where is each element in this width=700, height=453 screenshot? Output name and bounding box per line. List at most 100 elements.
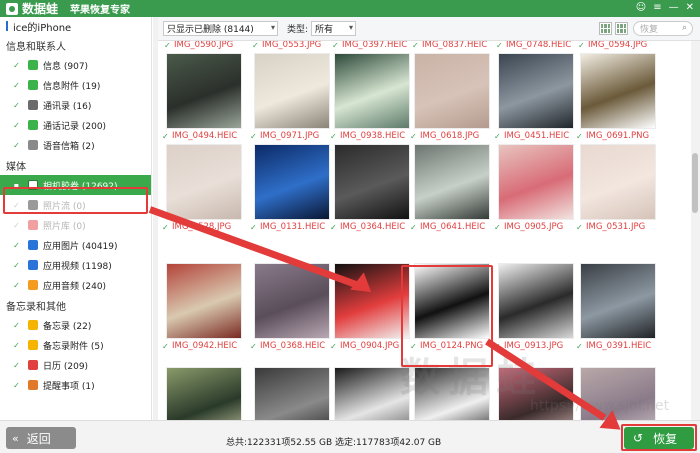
checkbox[interactable]: ✓ (12, 321, 21, 330)
photo-checkbox[interactable]: ✓ (162, 342, 170, 351)
sidebar-item[interactable]: ▪ 相机胶卷 (12692) (0, 175, 151, 195)
checkbox[interactable]: ✓ (12, 341, 21, 350)
sidebar-item[interactable]: ✓ 语音信箱 (2) (0, 135, 151, 155)
checkbox[interactable]: ✓ (12, 221, 21, 230)
grid-view-icon[interactable] (599, 22, 612, 35)
search-input[interactable]: 恢复 ⌕ (633, 21, 693, 36)
checkbox[interactable]: ✓ (12, 141, 21, 150)
photo-checkbox[interactable]: ✓ (332, 41, 340, 50)
photo-tile[interactable]: ✓ IMG_0938.HEIC (330, 53, 412, 143)
sidebar-item[interactable]: ✓ 应用图片 (40419) (0, 235, 151, 255)
photo-checkbox[interactable]: ✓ (250, 342, 258, 351)
photo-thumbnail[interactable] (414, 144, 490, 220)
photo-checkbox[interactable]: ✓ (410, 342, 418, 351)
photo-thumbnail[interactable] (166, 144, 242, 220)
photo-tile[interactable]: ✓ IMG_0451.HEIC (494, 53, 576, 143)
photo-checkbox[interactable]: ✓ (330, 223, 338, 232)
deleted-filter-select[interactable]: 只显示已删除 (8144) ▾ (163, 21, 278, 36)
photo-checkbox[interactable]: ✓ (252, 41, 260, 50)
photo-checkbox[interactable]: ✓ (496, 41, 504, 50)
photo-thumbnail[interactable] (498, 144, 574, 220)
back-button[interactable]: « 返回 (6, 427, 76, 449)
photo-tile[interactable]: ✓ IMG_0905.JPG (494, 144, 576, 234)
sidebar-item[interactable]: ✓ 照片库 (0) (0, 215, 151, 235)
photo-thumbnail[interactable] (580, 263, 656, 339)
checkbox[interactable]: ✓ (12, 101, 21, 110)
minimize-icon[interactable]: — (669, 2, 679, 13)
photo-tile[interactable]: ✓ IMG_0391.HEIC (576, 263, 658, 353)
search-icon[interactable]: ⌕ (682, 23, 687, 33)
sidebar-item[interactable]: ✓ 日历 (209) (0, 355, 151, 375)
photo-tile[interactable]: ✓ IMG_0971.JPG (250, 53, 332, 143)
grid-scrollbar-thumb[interactable] (692, 153, 698, 213)
photo-tile[interactable]: ✓ IMG_0691.PNG (576, 53, 658, 143)
checkbox[interactable]: ✓ (12, 121, 21, 130)
sidebar-item[interactable]: ✓ 应用音频 (240) (0, 275, 151, 295)
photo-tile[interactable]: ✓ IMG_0494.HEIC (162, 53, 244, 143)
photo-checkbox[interactable]: ✓ (576, 132, 584, 141)
sidebar-item[interactable]: ✓ 备忘录 (22) (0, 315, 151, 335)
photo-thumbnail[interactable] (334, 263, 410, 339)
checkbox[interactable]: ✓ (12, 61, 21, 70)
sidebar-item[interactable]: ✓ 照片流 (0) (0, 195, 151, 215)
photo-tile[interactable] (410, 367, 492, 420)
photo-tile[interactable]: ✓ IMG_0531.JPG (576, 144, 658, 234)
photo-thumbnail[interactable] (414, 53, 490, 129)
photo-thumbnail[interactable] (166, 53, 242, 129)
sidebar-item[interactable]: ✓ 通话记录 (200) (0, 115, 151, 135)
checkbox[interactable]: ✓ (12, 361, 21, 370)
photo-checkbox[interactable]: ✓ (250, 132, 258, 141)
photo-thumbnail[interactable] (334, 144, 410, 220)
photo-checkbox[interactable]: ✓ (412, 41, 420, 50)
close-icon[interactable]: ✕ (686, 2, 694, 13)
photo-checkbox[interactable]: ✓ (330, 132, 338, 141)
sidebar-item[interactable]: ✓ 信息 (907) (0, 55, 151, 75)
photo-thumbnail[interactable] (334, 367, 410, 420)
photo-thumbnail[interactable] (254, 367, 330, 420)
checkbox[interactable]: ✓ (12, 281, 21, 290)
menu-icon[interactable]: ≡ (653, 2, 661, 13)
checkbox[interactable]: ✓ (12, 261, 21, 270)
photo-tile[interactable]: ✓ IMG_0618.JPG (410, 53, 492, 143)
photo-thumbnail[interactable] (166, 367, 242, 420)
photo-thumbnail[interactable] (498, 263, 574, 339)
photo-checkbox[interactable]: ✓ (494, 223, 502, 232)
photo-tile[interactable]: ✓ IMG_0131.HEIC (250, 144, 332, 234)
photo-tile[interactable]: ✓ IMG_0124.PNG (410, 263, 492, 353)
list-view-icon[interactable] (615, 22, 628, 35)
photo-thumbnail[interactable] (414, 263, 490, 339)
sidebar-item[interactable]: ✓ 通讯录 (16) (0, 95, 151, 115)
photo-checkbox[interactable]: ✓ (164, 41, 172, 50)
device-header[interactable]: ice的iPhone (0, 17, 151, 35)
feedback-icon[interactable]: ☺ (636, 2, 646, 13)
photo-tile[interactable]: ✓ IMG_0364.HEIC (330, 144, 412, 234)
photo-thumbnail[interactable] (414, 367, 490, 420)
photo-thumbnail[interactable] (166, 263, 242, 339)
grid-scrollbar[interactable] (691, 41, 700, 420)
photo-checkbox[interactable]: ✓ (494, 132, 502, 141)
photo-checkbox[interactable]: ✓ (250, 223, 258, 232)
photo-tile[interactable] (330, 367, 412, 420)
photo-thumbnail[interactable] (334, 53, 410, 129)
photo-checkbox[interactable]: ✓ (162, 132, 170, 141)
photo-checkbox[interactable]: ✓ (576, 223, 584, 232)
photo-tile[interactable]: ✓IMG_0913.JPG (494, 263, 576, 353)
photo-tile[interactable]: ✓ IMG_0368.HEIC (250, 263, 332, 353)
photo-thumbnail[interactable] (580, 53, 656, 129)
photo-thumbnail[interactable] (254, 53, 330, 129)
photo-thumbnail[interactable] (580, 144, 656, 220)
photo-tile[interactable] (162, 367, 244, 420)
photo-checkbox[interactable]: ✓ (410, 132, 418, 141)
checkbox[interactable]: ✓ (12, 241, 21, 250)
photo-checkbox[interactable]: ✓ (578, 41, 586, 50)
sidebar-item[interactable]: ✓ 应用视频 (1198) (0, 255, 151, 275)
checkbox[interactable]: ✓ (12, 381, 21, 390)
photo-thumbnail[interactable] (498, 53, 574, 129)
type-select[interactable]: 所有 ▾ (311, 21, 357, 36)
restore-button[interactable]: ↺ 恢复 (624, 427, 694, 449)
checkbox[interactable]: ✓ (12, 201, 21, 210)
photo-thumbnail[interactable] (254, 144, 330, 220)
photo-checkbox[interactable]: ✓ (410, 223, 418, 232)
photo-checkbox[interactable]: ✓ (330, 342, 338, 351)
photo-checkbox[interactable]: ✓ (162, 223, 170, 232)
